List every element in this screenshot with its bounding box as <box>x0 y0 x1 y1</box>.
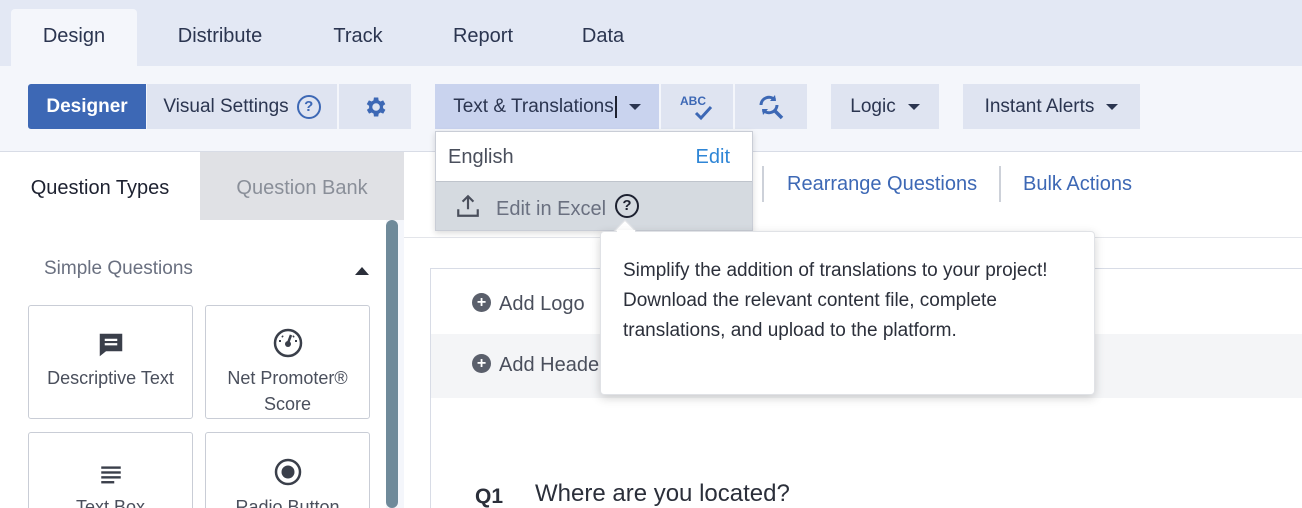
upload-icon <box>457 194 479 217</box>
spellcheck-button[interactable]: ABC <box>661 84 733 129</box>
tab-distribute[interactable]: Distribute <box>158 9 282 66</box>
divider <box>762 166 764 202</box>
logic-button[interactable]: Logic <box>831 84 939 129</box>
text-lines-icon <box>100 466 121 484</box>
dropdown-language-row: English Edit <box>436 132 752 181</box>
question-type-text-box[interactable]: Text Box <box>28 432 193 508</box>
rearrange-questions-link[interactable]: Rearrange Questions <box>787 173 977 196</box>
tab-report[interactable]: Report <box>434 9 532 66</box>
help-icon[interactable]: ? <box>296 94 321 119</box>
question-type-net-promoter-score[interactable]: Net Promoter® Score <box>205 305 370 419</box>
plus-icon: + <box>472 293 491 313</box>
edit-language-link[interactable]: Edit <box>696 146 730 169</box>
add-header-button[interactable]: + Add Heade <box>472 354 599 377</box>
radio-button-icon <box>274 458 301 486</box>
tab-question-types[interactable]: Question Types <box>0 152 200 220</box>
add-logo-button[interactable]: + Add Logo <box>472 293 585 316</box>
question-type-label: Net Promoter® Score <box>227 368 348 414</box>
spellcheck-icon: ABC <box>680 94 713 121</box>
language-label: English <box>448 146 514 168</box>
bulk-actions-link[interactable]: Bulk Actions <box>1023 173 1132 196</box>
tab-question-bank[interactable]: Question Bank <box>200 152 404 220</box>
question-text[interactable]: Where are you located? <box>535 480 790 508</box>
add-logo-label: Add Logo <box>499 293 585 315</box>
add-header-label: Add Heade <box>499 354 600 376</box>
edit-in-excel-label: Edit in Excel <box>496 198 607 220</box>
comment-icon <box>99 333 122 357</box>
instant-alerts-button[interactable]: Instant Alerts <box>963 84 1140 129</box>
question-type-descriptive-text[interactable]: Descriptive Text <box>28 305 193 419</box>
scrollbar-thumb[interactable] <box>386 220 398 508</box>
edit-in-excel-item[interactable]: Edit in Excel ? <box>436 181 752 230</box>
tab-track[interactable]: Track <box>310 9 406 66</box>
text-translations-label: Text & Translations <box>453 96 614 117</box>
tooltip-arrow-cover <box>617 230 635 233</box>
tab-data[interactable]: Data <box>562 9 644 66</box>
tooltip-text: Simplify the addition of translations to… <box>623 260 1048 341</box>
text-translations-button[interactable]: Text & Translations <box>435 84 659 129</box>
chevron-down-icon <box>1106 103 1119 110</box>
visual-settings-label: Visual Settings <box>163 96 289 117</box>
question-type-label: Descriptive Text <box>47 368 174 388</box>
visual-settings-button[interactable]: Visual Settings? <box>147 84 337 129</box>
edit-in-excel-tooltip: Simplify the addition of translations to… <box>600 231 1095 395</box>
svg-text:ABC: ABC <box>680 94 706 108</box>
collapse-caret-icon[interactable] <box>355 267 369 275</box>
question-type-label: Text Box <box>75 497 146 508</box>
text-cursor <box>614 95 617 118</box>
plus-icon: + <box>472 354 491 374</box>
find-replace-button[interactable] <box>735 84 807 129</box>
tab-design[interactable]: Design <box>11 9 137 66</box>
section-title-simple-questions[interactable]: Simple Questions <box>44 258 193 280</box>
question-type-label: Radio Button <box>235 497 340 508</box>
chevron-down-icon <box>907 103 920 110</box>
divider <box>999 166 1001 202</box>
text-translations-dropdown: English Edit Edit in Excel ? <box>435 131 753 231</box>
logic-label: Logic <box>850 96 896 117</box>
find-replace-icon <box>759 94 784 120</box>
chevron-down-icon <box>628 103 641 110</box>
gear-icon <box>366 97 386 117</box>
question-type-radio-button[interactable]: Radio Button <box>205 432 370 508</box>
designer-button[interactable]: Designer <box>28 84 146 129</box>
help-icon[interactable]: ? <box>615 194 639 218</box>
settings-button[interactable] <box>339 84 411 129</box>
question-number: Q1 <box>475 485 504 508</box>
gauge-icon <box>273 328 302 358</box>
instant-alerts-label: Instant Alerts <box>984 96 1095 117</box>
